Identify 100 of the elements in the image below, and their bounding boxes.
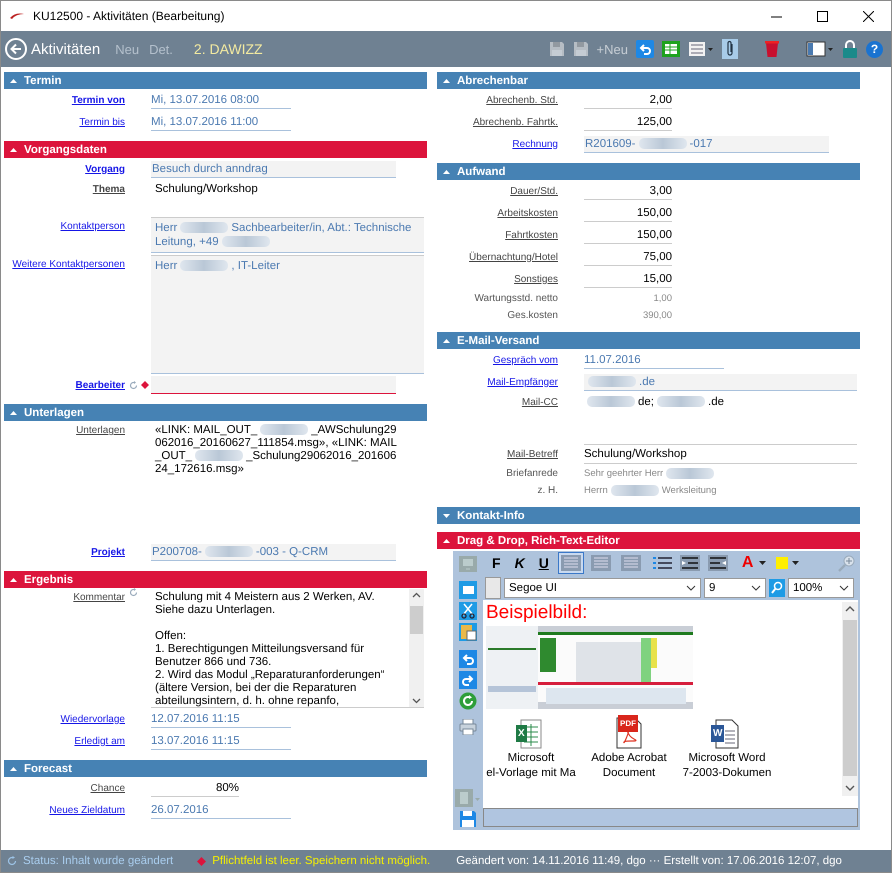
section-header[interactable]: Abrechenbar <box>437 72 860 89</box>
indent-icon[interactable] <box>680 555 700 571</box>
section-header[interactable]: Termin <box>4 72 427 89</box>
section-header[interactable]: Aufwand <box>437 163 860 180</box>
field-label: Thema <box>92 183 125 195</box>
print-icon[interactable] <box>459 719 477 735</box>
section-header[interactable]: Drag & Drop, Rich-Text-Editor <box>437 532 860 549</box>
search-icon[interactable] <box>769 578 785 596</box>
field-link[interactable]: Mail-Empfänger <box>487 376 558 388</box>
field-link[interactable]: Termin bis <box>79 116 125 128</box>
cc-field[interactable]: de; .de <box>584 393 724 411</box>
section-header[interactable]: Unterlagen <box>4 404 427 421</box>
scrollbar[interactable] <box>842 602 858 796</box>
pdf-file-icon[interactable]: PDF <box>616 715 642 749</box>
align-button[interactable] <box>558 552 584 574</box>
outdent-icon[interactable] <box>708 555 728 571</box>
back-icon[interactable] <box>5 38 27 60</box>
field-label: z. H. <box>537 485 558 496</box>
blurred-text <box>587 396 635 408</box>
lookup-field[interactable]: Besuch durch anndrag <box>151 160 396 178</box>
spreadsheet-icon[interactable] <box>662 41 680 57</box>
date-field[interactable]: Mi, 13.07.2016 11:00 <box>151 114 291 130</box>
format-button[interactable]: U <box>534 555 554 571</box>
reset-icon[interactable] <box>129 588 138 597</box>
color-swatch[interactable] <box>485 576 501 598</box>
field-value: 1,00 <box>652 293 672 304</box>
undo-icon[interactable] <box>459 650 477 668</box>
zoom-select[interactable]: 100% <box>788 578 854 598</box>
bullet-list-icon[interactable] <box>652 555 672 571</box>
date-field[interactable]: Mi, 13.07.2016 08:00 <box>151 92 291 108</box>
caret-icon[interactable] <box>792 561 800 565</box>
field-link[interactable]: Erledigt am <box>74 736 125 746</box>
field-link[interactable]: Gespräch vom <box>492 354 558 366</box>
layout-menu-icon[interactable] <box>806 41 834 57</box>
date-field[interactable]: 11.07.2016 <box>584 352 724 368</box>
field-link[interactable]: Wiedervorlage <box>60 714 125 724</box>
section-header[interactable]: Kontakt-Info <box>437 507 860 524</box>
list-menu-icon[interactable] <box>688 41 714 57</box>
number-field[interactable]: 3,00 <box>584 182 672 200</box>
field-label: Dauer/Std. <box>510 186 558 196</box>
number-field[interactable]: 150,00 <box>584 226 672 244</box>
comment-field[interactable] <box>151 588 424 708</box>
contact-field[interactable]: Herr Sachbearbeiter/in, Abt.: Technische Leitung, +49 <box>151 217 424 253</box>
lookup-field[interactable]: R201609- -017 <box>584 136 829 152</box>
contacts-field[interactable]: Herr , IT-Leiter <box>151 255 424 374</box>
collapse-icon <box>10 578 17 582</box>
paste-icon[interactable] <box>459 623 477 641</box>
format-button[interactable]: K <box>510 555 530 571</box>
undo-icon[interactable] <box>636 40 654 58</box>
section-title: Abrechenbar <box>457 74 528 86</box>
field-link[interactable]: Projekt <box>91 546 125 558</box>
redo-icon[interactable] <box>459 671 477 689</box>
email-field[interactable]: .de <box>584 374 857 390</box>
section-header[interactable]: Vorgangsdaten <box>4 141 427 158</box>
number-field[interactable]: 125,00 <box>584 114 672 130</box>
date-field[interactable]: 12.07.2016 11:15 <box>151 710 291 728</box>
text-field[interactable]: Schulung/Workshop <box>151 180 262 198</box>
section-header[interactable]: Forecast <box>4 760 427 777</box>
field-link[interactable]: Neues Zieldatum <box>49 804 125 816</box>
lookup-field[interactable]: P200708- -003 - Q-CRM <box>151 544 396 560</box>
scrollbar[interactable] <box>409 589 424 707</box>
number-field[interactable]: 75,00 <box>584 248 672 266</box>
field-link[interactable]: Weitere Kontaktpersonen <box>12 255 125 270</box>
paperclip-icon[interactable] <box>722 39 738 59</box>
cut-icon[interactable] <box>459 602 477 620</box>
number-field[interactable]: 2,00 <box>584 92 672 108</box>
caret-icon[interactable] <box>759 561 766 565</box>
help-button[interactable]: ? <box>866 40 883 58</box>
field-label: Ges.kosten <box>507 310 558 321</box>
field-link[interactable]: Vorgang <box>85 164 125 174</box>
field-label: Übernachtung/Hotel <box>469 252 558 262</box>
field-link[interactable]: Rechnung <box>512 138 558 150</box>
reset-icon[interactable] <box>129 380 138 390</box>
input-field[interactable] <box>151 376 396 394</box>
field-link[interactable]: Bearbeiter <box>76 380 125 390</box>
close-icon[interactable] <box>862 10 874 22</box>
attachment-bar[interactable] <box>483 808 858 827</box>
format-button[interactable]: F <box>487 555 506 571</box>
subject-field[interactable]: Schulung/Workshop <box>584 444 857 464</box>
number-field[interactable]: 15,00 <box>584 270 672 288</box>
number-field[interactable]: 80% <box>151 780 239 796</box>
section-header[interactable]: E-Mail-Versand <box>437 332 860 349</box>
number-field[interactable]: 150,00 <box>584 204 672 222</box>
lock-icon[interactable] <box>842 40 858 58</box>
chevron-icon <box>839 584 849 590</box>
date-field[interactable]: 13.07.2016 11:15 <box>151 732 291 750</box>
field-link[interactable]: Termin von <box>72 94 125 106</box>
section-header[interactable]: Ergebnis <box>4 571 427 588</box>
app-icon <box>9 12 25 20</box>
save-icon[interactable] <box>459 810 477 828</box>
field-link[interactable]: Kontaktperson <box>60 217 125 232</box>
file-name: Microsoft <box>508 751 554 766</box>
highlight-color-icon[interactable] <box>776 557 788 569</box>
date-field[interactable]: 26.07.2016 <box>151 802 291 818</box>
maximize-icon[interactable] <box>816 10 828 22</box>
refresh-icon[interactable] <box>459 692 477 710</box>
file-name: Adobe Acrobat <box>591 751 667 766</box>
size-select[interactable]: 9 <box>704 578 766 598</box>
font-select[interactable]: Segoe UI <box>504 578 701 598</box>
zoom-in-icon[interactable] <box>838 554 856 572</box>
